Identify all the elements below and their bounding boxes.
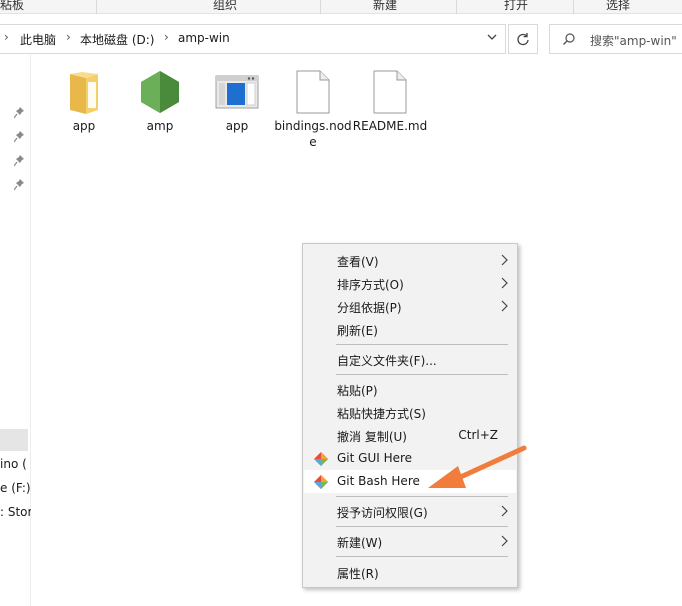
chevron-down-icon[interactable] (487, 32, 497, 42)
menu-item-label: 自定义文件夹(F)... (337, 354, 437, 368)
file-item-app-exe[interactable]: app (197, 70, 277, 134)
breadcrumb-local-disk[interactable]: 本地磁盘 (D:) (80, 31, 154, 48)
file-icon (296, 70, 330, 114)
file-label: bindings.node (274, 119, 352, 149)
menu-separator (336, 374, 508, 375)
menu-item-label: 新建(W) (337, 536, 383, 550)
menu-item-view[interactable]: 查看(V) (304, 249, 516, 272)
file-label: app (225, 119, 249, 133)
file-label: amp (146, 119, 174, 133)
address-bar[interactable]: › 此电脑 › 本地磁盘 (D:) › amp-win (0, 24, 506, 54)
menu-separator (336, 556, 508, 557)
ribbon-group-organize: 组织 (213, 0, 238, 12)
menu-separator (336, 344, 508, 345)
pin-icon[interactable] (14, 155, 24, 167)
file-icon (373, 70, 407, 114)
chevron-right-icon[interactable]: › (4, 30, 9, 44)
git-icon (314, 452, 328, 466)
chevron-right-icon[interactable]: › (66, 30, 71, 44)
search-icon (563, 33, 575, 45)
file-label: README.md (352, 119, 428, 133)
ribbon-separator (96, 0, 97, 14)
menu-item-paste[interactable]: 粘贴(P) (304, 378, 516, 401)
menu-item-paste-shortcut[interactable]: 粘贴快捷方式(S) (304, 401, 516, 424)
file-item-amp[interactable]: amp (120, 70, 200, 134)
ribbon-group-open: 打开 (504, 0, 529, 12)
chevron-right-icon (501, 505, 508, 517)
menu-item-git-gui[interactable]: Git GUI Here (304, 447, 516, 470)
ribbon-group-new: 新建 (373, 0, 398, 12)
menu-item-label: 排序方式(O) (337, 278, 404, 292)
chevron-right-icon (501, 535, 508, 547)
menu-item-label: 查看(V) (337, 255, 379, 269)
ribbon-group-select: 选择 (606, 0, 631, 12)
refresh-button[interactable] (508, 24, 538, 54)
menu-item-sort-by[interactable]: 排序方式(O) (304, 272, 516, 295)
file-item-readme[interactable]: README.md (350, 70, 430, 134)
git-icon (314, 475, 328, 489)
nav-item-selected[interactable] (0, 429, 28, 451)
search-input[interactable]: 搜索"amp-win" (590, 32, 677, 49)
menu-item-undo-copy[interactable]: 撤消 复制(U) Ctrl+Z (304, 424, 516, 447)
navigation-pane: ino ( e (F:) : Stor (0, 55, 31, 606)
chevron-right-icon[interactable]: › (164, 30, 169, 44)
menu-item-shortcut: Ctrl+Z (458, 428, 498, 442)
menu-item-properties[interactable]: 属性(R) (304, 561, 516, 584)
menu-item-label: Git Bash Here (337, 474, 420, 488)
menu-item-label: 属性(R) (337, 567, 379, 581)
nav-item-storage[interactable]: : Stor (0, 505, 31, 519)
pin-icon[interactable] (14, 107, 24, 119)
menu-item-customize-folder[interactable]: 自定义文件夹(F)... (304, 348, 516, 371)
menu-item-label: 撤消 复制(U) (337, 430, 407, 444)
menu-item-label: 刷新(E) (337, 324, 378, 338)
nav-item-drive[interactable]: ino ( (0, 457, 31, 471)
refresh-icon (517, 33, 529, 46)
menu-item-label: 分组依据(P) (337, 301, 402, 315)
menu-item-git-bash[interactable]: Git Bash Here (304, 470, 516, 493)
menu-item-label: 授予访问权限(G) (337, 506, 428, 520)
menu-item-label: Git GUI Here (337, 451, 413, 465)
ribbon-separator (320, 0, 321, 14)
breadcrumb-this-pc[interactable]: 此电脑 (20, 31, 56, 48)
ribbon-group-clipboard: 粘板 (0, 0, 25, 12)
nav-item-drive-f[interactable]: e (F:) (0, 481, 31, 495)
menu-item-label: 粘贴快捷方式(S) (337, 407, 426, 421)
folder-icon (70, 72, 98, 114)
menu-item-group-by[interactable]: 分组依据(P) (304, 295, 516, 318)
search-box[interactable]: 搜索"amp-win" (549, 24, 682, 54)
pin-icon[interactable] (14, 131, 24, 143)
application-window-icon (215, 75, 259, 109)
file-label: app (72, 119, 96, 133)
menu-separator (336, 526, 508, 527)
ribbon-separator (573, 0, 574, 14)
menu-item-new[interactable]: 新建(W) (304, 530, 516, 553)
menu-item-refresh[interactable]: 刷新(E) (304, 318, 516, 341)
pin-icon[interactable] (14, 179, 24, 191)
context-menu: 查看(V) 排序方式(O) 分组依据(P) 刷新(E) 自定义文件夹(F)...… (302, 243, 518, 588)
menu-item-label: 粘贴(P) (337, 384, 378, 398)
chevron-right-icon (501, 277, 508, 289)
file-item-app-folder[interactable]: app (44, 70, 124, 134)
ribbon-separator (456, 0, 457, 14)
file-item-bindings-node[interactable]: bindings.node (273, 70, 353, 150)
node-hexagon-icon (141, 71, 179, 113)
ribbon-group-labels: 粘板 组织 新建 打开 选择 (0, 0, 682, 14)
menu-separator (336, 496, 508, 497)
chevron-right-icon (501, 254, 508, 266)
breadcrumb-amp-win[interactable]: amp-win (178, 31, 230, 45)
chevron-right-icon (501, 300, 508, 312)
menu-item-give-access[interactable]: 授予访问权限(G) (304, 500, 516, 523)
